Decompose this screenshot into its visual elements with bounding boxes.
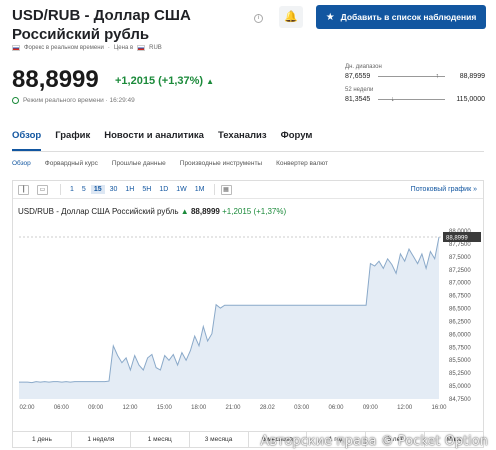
alert-button[interactable]: 🔔 bbox=[279, 6, 303, 28]
info-icon[interactable]: i bbox=[254, 14, 263, 23]
y-tick-label: 85,5000 bbox=[449, 358, 471, 364]
page-title: USD/RUB - Доллар США Российский рубль bbox=[12, 7, 191, 43]
bell-plus-icon: 🔔 bbox=[284, 11, 298, 23]
period-1m[interactable]: 1 месяц bbox=[131, 432, 190, 447]
y-tick-label: 86,5000 bbox=[449, 307, 471, 313]
price-change: +1,2015 (+1,37%) ▲ bbox=[115, 75, 214, 87]
period-5y[interactable]: 5 лет bbox=[366, 432, 426, 447]
week52-range-bar bbox=[378, 99, 445, 100]
period-1y[interactable]: 1 год bbox=[307, 432, 367, 447]
tab-technical[interactable]: Теханализ bbox=[218, 130, 267, 151]
week52-range-marker-icon: ↓ bbox=[391, 96, 395, 103]
add-to-watchlist-label: Добавить в список наблюдения bbox=[340, 12, 477, 22]
week52-range-low: 81,3545 bbox=[345, 96, 371, 103]
x-tick-label: 09:00 bbox=[363, 405, 379, 411]
tab-overview[interactable]: Обзор bbox=[12, 130, 42, 151]
x-tick-label: 28.02 bbox=[260, 405, 276, 411]
y-tick-label: 87,0000 bbox=[449, 281, 471, 287]
ranges-panel: Дн. диапазон 87,6559 ↑ 88,8999 52 недели… bbox=[345, 64, 485, 110]
realtime-label: Режим реального времени · 16:29:49 bbox=[23, 97, 135, 104]
add-to-watchlist-button[interactable]: ★ Добавить в список наблюдения bbox=[316, 5, 486, 29]
x-tick-label: 06:00 bbox=[54, 405, 70, 411]
chart-widget: ┃ ▭ 1 5 15 30 1H 5H 1D 1W 1M ▦ Потоковый… bbox=[12, 180, 484, 448]
y-tick-label: 85,0000 bbox=[449, 384, 471, 390]
russia-flag-icon bbox=[137, 45, 146, 51]
x-tick-label: 02:00 bbox=[19, 405, 35, 411]
meta-source: Форекс в реальном времени bbox=[24, 45, 104, 51]
tab-news[interactable]: Новости и аналитика bbox=[104, 130, 204, 151]
subnav-converter[interactable]: Конвертер валют bbox=[276, 160, 328, 167]
x-tick-label: 16:00 bbox=[431, 405, 447, 411]
subnav-overview[interactable]: Обзор bbox=[12, 160, 31, 167]
x-tick-label: 15:00 bbox=[157, 405, 173, 411]
y-tick-label: 84,7500 bbox=[449, 397, 471, 403]
arrow-up-icon: ▲ bbox=[206, 77, 214, 86]
russia-flag-icon bbox=[12, 45, 20, 51]
week52-range-high: 115,0000 bbox=[456, 96, 485, 103]
tab-forum[interactable]: Форум bbox=[281, 130, 313, 151]
x-tick-label: 18:00 bbox=[191, 405, 207, 411]
period-1w[interactable]: 1 неделя bbox=[72, 432, 131, 447]
period-selector: 1 день 1 неделя 1 месяц 3 месяца 6 месяц… bbox=[13, 431, 483, 447]
day-range: Дн. диапазон 87,6559 ↑ 88,8999 bbox=[345, 64, 485, 87]
week52-range-label: 52 недели bbox=[345, 87, 374, 93]
week52-range: 52 недели 81,3545 ↓ 115,0000 bbox=[345, 87, 485, 110]
subnav-forward[interactable]: Форвардный курс bbox=[45, 160, 98, 167]
x-tick-label: 12:00 bbox=[122, 405, 138, 411]
last-price-label: 88,8999 bbox=[446, 236, 468, 242]
realtime-status: Режим реального времени · 16:29:49 bbox=[12, 97, 135, 104]
subnav-derivatives[interactable]: Производные инструменты bbox=[180, 160, 262, 167]
price-chart[interactable]: 88,000087,750087,500087,250087,000086,75… bbox=[13, 181, 483, 447]
day-range-low: 87,6559 bbox=[345, 73, 371, 80]
star-icon: ★ bbox=[325, 11, 335, 23]
y-tick-label: 86,2500 bbox=[449, 319, 471, 325]
period-1d[interactable]: 1 день bbox=[13, 432, 72, 447]
price-change-value: +1,2015 (+1,37%) bbox=[115, 75, 204, 87]
day-range-high: 88,8999 bbox=[459, 73, 485, 80]
period-max[interactable]: Макс bbox=[425, 432, 483, 447]
day-range-label: Дн. диапазон bbox=[345, 64, 382, 70]
clock-icon bbox=[12, 97, 19, 104]
tab-chart[interactable]: График bbox=[55, 130, 90, 151]
sub-navigation: Обзор Форвардный курс Прошлые данные Про… bbox=[12, 160, 328, 167]
instrument-meta: Форекс в реальном времени · Цена в RUB bbox=[12, 45, 162, 51]
x-tick-label: 21:00 bbox=[225, 405, 241, 411]
y-tick-label: 86,7500 bbox=[449, 294, 471, 300]
meta-currency: RUB bbox=[149, 45, 162, 51]
y-tick-label: 85,7500 bbox=[449, 345, 471, 351]
y-tick-label: 87,2500 bbox=[449, 268, 471, 274]
y-tick-label: 85,2500 bbox=[449, 371, 471, 377]
period-3m[interactable]: 3 месяца bbox=[190, 432, 249, 447]
period-6m[interactable]: 6 месяцев bbox=[249, 432, 308, 447]
instrument-header: USD/RUB - Доллар США Российский рубль bbox=[12, 6, 252, 44]
main-tabs: Обзор График Новости и аналитика Теханал… bbox=[12, 130, 484, 152]
x-tick-label: 12:00 bbox=[397, 405, 413, 411]
y-tick-label: 86,0000 bbox=[449, 332, 471, 338]
subnav-history[interactable]: Прошлые данные bbox=[112, 160, 166, 167]
x-tick-label: 09:00 bbox=[88, 405, 104, 411]
meta-currency-label: Цена в bbox=[113, 45, 134, 51]
y-tick-label: 87,7500 bbox=[449, 242, 471, 248]
day-range-marker-icon: ↑ bbox=[435, 73, 440, 80]
x-tick-label: 06:00 bbox=[328, 405, 344, 411]
x-tick-label: 03:00 bbox=[294, 405, 310, 411]
last-price: 88,8999 bbox=[12, 66, 99, 93]
price-area bbox=[19, 237, 439, 399]
y-tick-label: 87,5000 bbox=[449, 255, 471, 261]
